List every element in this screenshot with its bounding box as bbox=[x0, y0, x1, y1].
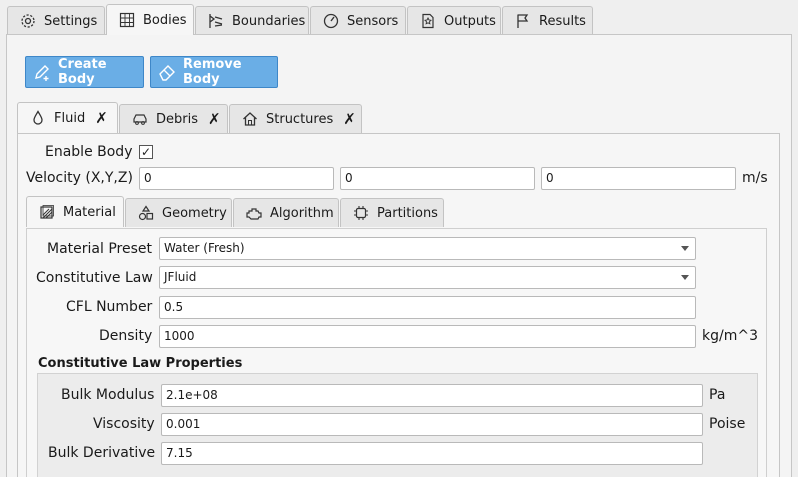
enable-body-label: Enable Body bbox=[45, 144, 133, 160]
velocity-x-input[interactable]: 0 bbox=[139, 167, 334, 190]
tab-boundaries[interactable]: Boundaries bbox=[195, 6, 309, 35]
shapes-icon bbox=[138, 205, 154, 221]
tab-outputs-label: Outputs bbox=[444, 13, 496, 29]
tab-debris-label: Debris bbox=[156, 111, 198, 127]
chevron-down-icon bbox=[681, 246, 689, 251]
car-icon bbox=[133, 114, 147, 125]
chip-icon bbox=[354, 206, 368, 220]
tab-geometry-label: Geometry bbox=[162, 205, 227, 221]
tab-geometry[interactable]: Geometry bbox=[125, 198, 232, 227]
constitutive-law-label: Constitutive Law bbox=[36, 270, 153, 286]
constitutive-law-select[interactable]: JFluid bbox=[159, 266, 696, 289]
velocity-unit: m/s bbox=[742, 170, 768, 186]
create-body-button[interactable]: Create Body bbox=[25, 56, 144, 88]
cfl-number-input[interactable]: 0.5 bbox=[159, 296, 696, 319]
engine-icon bbox=[246, 208, 262, 220]
flag-icon bbox=[517, 14, 529, 28]
tab-boundaries-label: Boundaries bbox=[232, 13, 306, 29]
gear-icon bbox=[21, 14, 35, 28]
material-preset-select[interactable]: Water (Fresh) bbox=[159, 237, 696, 260]
material-icon bbox=[40, 205, 54, 219]
density-input[interactable]: 1000 bbox=[159, 325, 696, 348]
tab-structures[interactable]: Structures ✗ bbox=[229, 104, 362, 133]
tab-settings[interactable]: Settings bbox=[7, 6, 105, 35]
viscosity-label: Viscosity bbox=[93, 416, 155, 432]
tab-settings-label: Settings bbox=[44, 13, 98, 29]
grid-icon bbox=[119, 12, 135, 28]
document-icon bbox=[422, 13, 434, 29]
density-label: Density bbox=[99, 328, 153, 344]
tab-sensors[interactable]: Sensors bbox=[310, 6, 406, 35]
bulk-derivative-label: Bulk Derivative bbox=[48, 445, 156, 461]
house-icon bbox=[243, 112, 257, 126]
tab-partitions-label: Partitions bbox=[377, 205, 438, 221]
viscosity-input[interactable]: 0.001 bbox=[161, 413, 703, 436]
law-properties-title: Constitutive Law Properties bbox=[38, 356, 243, 371]
velocity-label: Velocity (X,Y,Z) bbox=[26, 170, 133, 186]
remove-body-button[interactable]: Remove Body bbox=[150, 56, 278, 88]
tab-fluid[interactable]: Fluid ✗ bbox=[17, 102, 118, 133]
tab-debris[interactable]: Debris ✗ bbox=[119, 104, 228, 133]
velocity-z-input[interactable]: 0 bbox=[541, 167, 736, 190]
tab-results[interactable]: Results bbox=[502, 6, 593, 35]
enable-body-checkbox[interactable]: ✓ bbox=[139, 145, 153, 159]
tab-algorithm-label: Algorithm bbox=[270, 205, 334, 221]
chevron-down-icon bbox=[681, 275, 689, 280]
tab-results-label: Results bbox=[539, 13, 586, 29]
eraser-icon bbox=[159, 65, 175, 81]
tab-fluid-label: Fluid bbox=[54, 110, 86, 126]
close-debris-button[interactable]: ✗ bbox=[208, 110, 221, 128]
density-unit: kg/m^3 bbox=[702, 328, 758, 344]
tab-material-label: Material bbox=[63, 204, 116, 220]
material-preset-label: Material Preset bbox=[47, 241, 152, 257]
tab-material[interactable]: Material bbox=[26, 196, 124, 227]
boundary-icon bbox=[209, 14, 223, 28]
close-structures-button[interactable]: ✗ bbox=[343, 110, 356, 128]
velocity-y-input[interactable]: 0 bbox=[340, 167, 535, 190]
constitutive-law-value: JFluid bbox=[164, 270, 197, 284]
bulk-modulus-unit: Pa bbox=[709, 387, 726, 403]
tab-algorithm[interactable]: Algorithm bbox=[233, 198, 339, 227]
bulk-modulus-input[interactable]: 2.1e+08 bbox=[161, 384, 703, 407]
tab-outputs[interactable]: Outputs bbox=[407, 6, 501, 35]
gauge-icon bbox=[323, 13, 339, 29]
remove-body-label: Remove Body bbox=[183, 57, 242, 87]
pencil-plus-icon bbox=[35, 65, 49, 81]
viscosity-unit: Poise bbox=[709, 416, 746, 432]
droplet-icon bbox=[33, 110, 43, 125]
tab-bodies[interactable]: Bodies bbox=[106, 4, 194, 35]
tab-structures-label: Structures bbox=[266, 111, 334, 127]
tab-partitions[interactable]: Partitions bbox=[340, 198, 444, 227]
bulk-modulus-label: Bulk Modulus bbox=[61, 387, 155, 403]
tab-bodies-label: Bodies bbox=[143, 12, 187, 28]
create-body-label: Create Body bbox=[58, 57, 107, 87]
cfl-number-label: CFL Number bbox=[66, 299, 153, 315]
tab-sensors-label: Sensors bbox=[347, 13, 399, 29]
bulk-derivative-input[interactable]: 7.15 bbox=[161, 442, 703, 465]
close-fluid-button[interactable]: ✗ bbox=[95, 109, 108, 127]
material-preset-value: Water (Fresh) bbox=[164, 241, 245, 255]
